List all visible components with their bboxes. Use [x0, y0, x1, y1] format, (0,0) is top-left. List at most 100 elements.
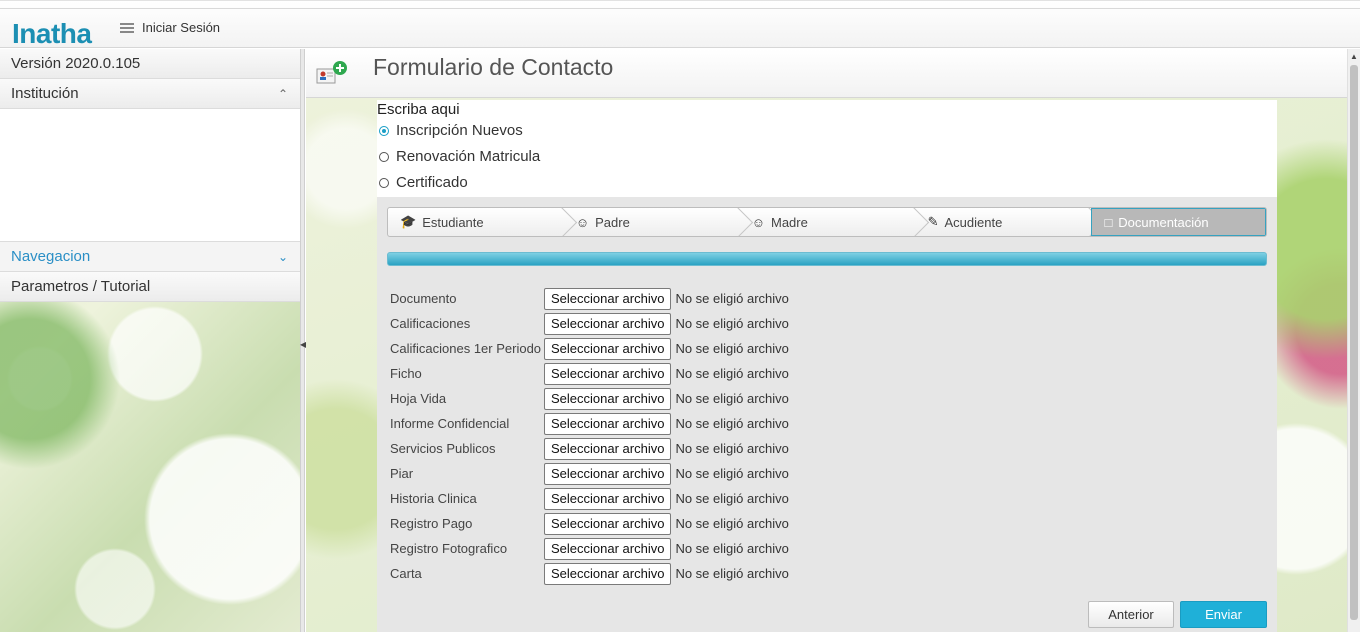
file-row-documento: Documento Seleccionar archivo No se elig… — [390, 286, 789, 311]
wizard-steps: 🎓 Estudiante ☺ Padre ☺ Madre ✎ Acudiente… — [387, 207, 1267, 237]
main-content: Formulario de Contacto Escriba aqui Insc… — [306, 49, 1347, 632]
version-label: Versión 2020.0.105 — [0, 49, 300, 79]
step-padre[interactable]: ☺ Padre — [564, 208, 740, 236]
file-label: Historia Clinica — [390, 491, 477, 506]
scroll-up-arrow-icon[interactable]: ▲ — [1348, 51, 1360, 63]
form-panel: Escriba aqui Inscripción Nuevos Renovaci… — [377, 100, 1277, 632]
file-row-carta: Carta Seleccionar archivo No se eligió a… — [390, 561, 789, 586]
file-row-calificaciones-1er-periodo: Calificaciones 1er Periodo Seleccionar a… — [390, 336, 789, 361]
file-label: Calificaciones — [390, 316, 471, 331]
navigation-header[interactable]: Navegacion ⌄ — [0, 242, 300, 272]
select-file-button[interactable]: Seleccionar archivo — [544, 287, 672, 310]
logo-text: Inatha — [12, 18, 92, 49]
scroll-thumb[interactable] — [1350, 65, 1358, 620]
chevron-down-icon: ⌄ — [277, 250, 288, 264]
submit-button[interactable]: Enviar — [1180, 601, 1267, 628]
step-label: Padre — [595, 214, 630, 230]
step-label: Documentación — [1118, 214, 1209, 230]
app-logo[interactable]: Inatha — [12, 18, 96, 51]
login-menu-button[interactable]: Iniciar Sesión — [120, 20, 220, 35]
select-file-button[interactable]: Seleccionar archivo — [544, 562, 672, 585]
step-label: Madre — [771, 214, 808, 230]
request-type-group: Escriba aqui Inscripción Nuevos Renovaci… — [377, 100, 1277, 197]
file-row-registro-pago: Registro Pago Seleccionar archivo No se … — [390, 511, 789, 536]
radio-renovacion-matricula[interactable]: Renovación Matricula — [379, 148, 540, 165]
select-file-button[interactable]: Seleccionar archivo — [544, 337, 672, 360]
select-file-button[interactable]: Seleccionar archivo — [544, 512, 672, 535]
file-label: Informe Confidencial — [390, 416, 510, 431]
previous-button[interactable]: Anterior — [1088, 601, 1174, 628]
file-status: No se eligió archivo — [675, 491, 789, 506]
select-file-button[interactable]: Seleccionar archivo — [544, 362, 672, 385]
step-acudiente[interactable]: ✎ Acudiente — [916, 208, 1092, 236]
graduation-cap-icon: 🎓 — [400, 214, 417, 229]
file-label: Ficho — [390, 366, 422, 381]
contact-form-icon — [316, 61, 347, 84]
select-file-button[interactable]: Seleccionar archivo — [544, 312, 672, 335]
user-icon: ☺ — [575, 214, 590, 230]
sidebar: Versión 2020.0.105 Institución ⌃ Navegac… — [0, 49, 300, 632]
file-status: No se eligió archivo — [675, 391, 789, 406]
wizard-progress-bar — [387, 252, 1267, 266]
chevron-up-icon: ⌃ — [277, 87, 288, 101]
file-label: Documento — [390, 291, 457, 306]
select-file-button[interactable]: Seleccionar archivo — [544, 387, 672, 410]
file-row-ficho: Ficho Seleccionar archivo No se eligió a… — [390, 361, 789, 386]
radio-label: Renovación Matricula — [396, 148, 541, 165]
step-documentacion[interactable]: □ Documentación — [1091, 208, 1266, 236]
document-icon: □ — [1104, 214, 1113, 230]
file-label: Servicios Publicos — [390, 441, 496, 456]
params-tutorial-item[interactable]: Parametros / Tutorial — [0, 272, 300, 302]
file-label: Registro Fotografico — [390, 541, 508, 556]
file-row-hoja-vida: Hoja Vida Seleccionar archivo No se elig… — [390, 386, 789, 411]
radio-inscripcion-nuevos[interactable]: Inscripción Nuevos — [379, 122, 523, 139]
file-row-servicios-publicos: Servicios Publicos Seleccionar archivo N… — [390, 436, 789, 461]
file-row-informe-confidencial: Informe Confidencial Seleccionar archivo… — [390, 411, 789, 436]
file-status: No se eligió archivo — [675, 291, 789, 306]
login-label: Iniciar Sesión — [142, 20, 221, 35]
file-row-piar: Piar Seleccionar archivo No se eligió ar… — [390, 461, 789, 486]
file-status: No se eligió archivo — [675, 516, 789, 531]
select-file-button[interactable]: Seleccionar archivo — [544, 462, 672, 485]
file-upload-list: Documento Seleccionar archivo No se elig… — [390, 286, 789, 586]
file-label: Calificaciones 1er Periodo — [390, 341, 542, 356]
file-row-registro-fotografico: Registro Fotografico Seleccionar archivo… — [390, 536, 789, 561]
radio-certificado[interactable]: Certificado — [379, 174, 468, 191]
file-row-historia-clinica: Historia Clinica Seleccionar archivo No … — [390, 486, 789, 511]
select-file-button[interactable]: Seleccionar archivo — [544, 537, 672, 560]
pencil-icon: ✎ — [927, 214, 939, 229]
version-text: Versión 2020.0.105 — [11, 55, 141, 72]
navigation-label: Navegacion — [11, 248, 91, 265]
file-status: No se eligió archivo — [675, 566, 789, 581]
radio-selected-icon — [379, 125, 389, 136]
step-madre[interactable]: ☺ Madre — [740, 208, 916, 236]
file-label: Carta — [390, 566, 422, 581]
page-title: Formulario de Contacto — [373, 54, 614, 80]
select-file-button[interactable]: Seleccionar archivo — [544, 412, 672, 435]
radio-empty-icon — [379, 151, 389, 162]
file-status: No se eligió archivo — [675, 466, 789, 481]
vertical-scrollbar[interactable]: ▲ — [1347, 49, 1360, 632]
top-bar: Inatha Iniciar Sesión — [0, 0, 1360, 51]
params-tutorial-label: Parametros / Tutorial — [11, 278, 151, 295]
select-file-button[interactable]: Seleccionar archivo — [544, 487, 672, 510]
step-estudiante[interactable]: 🎓 Estudiante — [388, 208, 564, 236]
file-status: No se eligió archivo — [675, 366, 789, 381]
collapse-arrow-icon[interactable]: ◀ — [300, 340, 306, 350]
file-row-calificaciones: Calificaciones Seleccionar archivo No se… — [390, 311, 789, 336]
select-file-button[interactable]: Seleccionar archivo — [544, 437, 672, 460]
institution-header[interactable]: Institución ⌃ — [0, 79, 300, 109]
file-status: No se eligió archivo — [675, 341, 789, 356]
radio-label: Certificado — [396, 174, 468, 191]
institution-panel — [0, 109, 300, 242]
page-header: Formulario de Contacto — [306, 49, 1347, 98]
file-status: No se eligió archivo — [675, 416, 789, 431]
form-heading: Escriba aqui — [377, 101, 460, 118]
institution-label: Institución — [11, 85, 79, 102]
file-status: No se eligió archivo — [675, 441, 789, 456]
step-label: Estudiante — [422, 214, 484, 230]
file-status: No se eligió archivo — [675, 541, 789, 556]
file-label: Hoja Vida — [390, 391, 447, 406]
radio-empty-icon — [379, 177, 389, 188]
file-label: Piar — [390, 466, 414, 481]
